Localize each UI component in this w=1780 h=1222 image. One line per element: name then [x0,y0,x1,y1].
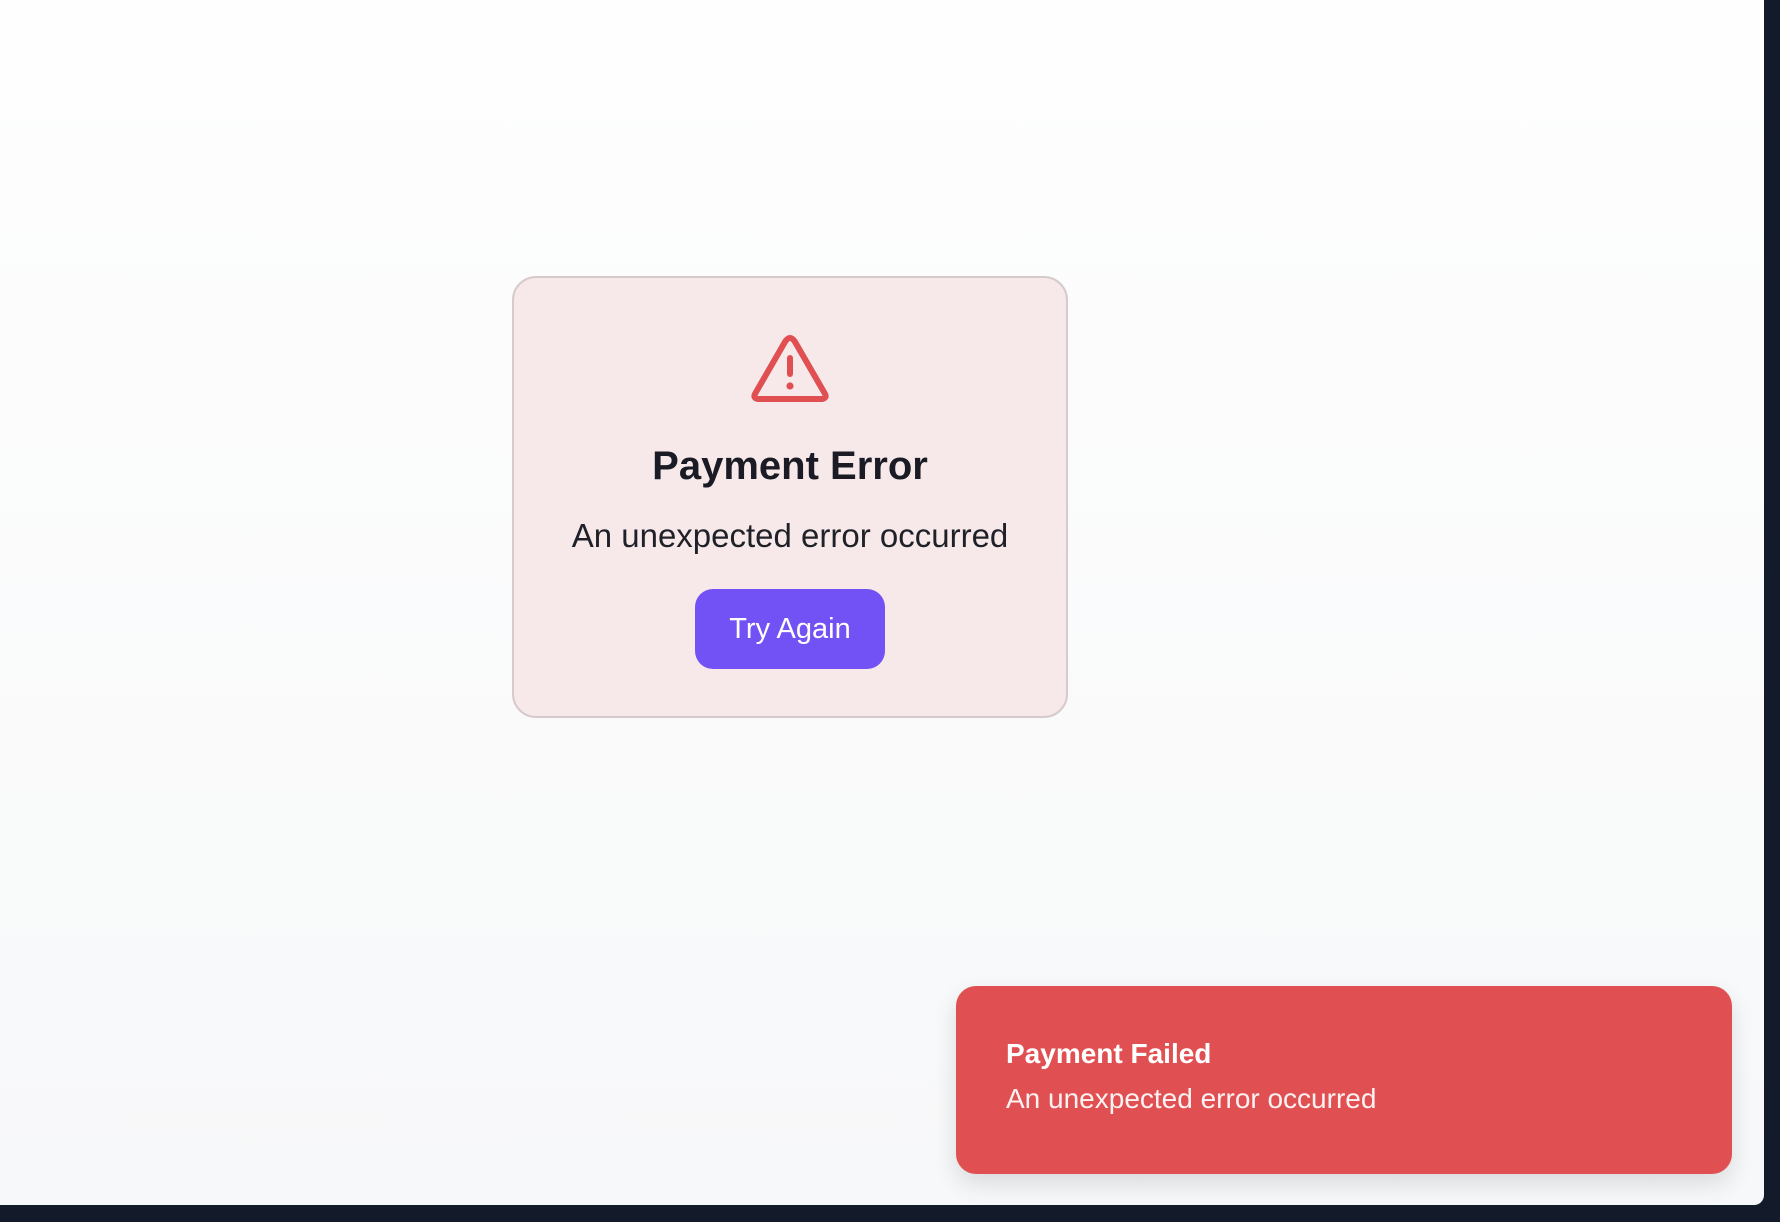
toast-message: An unexpected error occurred [1006,1083,1377,1114]
error-message: An unexpected error occurred [571,517,1009,554]
error-toast: Payment Failed An unexpected error occur… [956,986,1732,1174]
warning-triangle-icon [751,335,829,402]
toast-title: Payment Failed [1006,1038,1212,1069]
error-card: Payment Error An unexpected error occurr… [512,276,1068,718]
try-again-button[interactable]: Try Again [695,589,885,669]
error-title: Payment Error [652,444,928,488]
page-viewport: Payment Error An unexpected error occurr… [0,0,1764,1205]
